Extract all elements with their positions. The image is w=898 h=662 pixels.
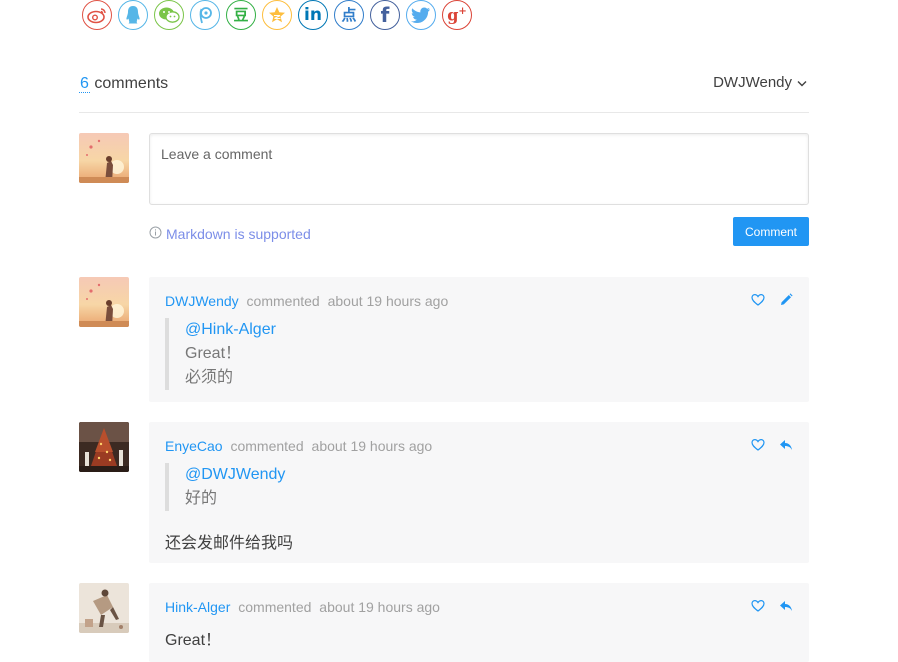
mention-link[interactable]: @Hink-Alger — [185, 318, 276, 342]
comment-quote: @Hink-Alger Great！ 必须的 — [165, 318, 276, 390]
share-facebook-button[interactable]: f — [370, 0, 400, 30]
weibo-icon — [87, 6, 107, 24]
comment-action: commented — [246, 293, 320, 309]
markdown-hint-text: Markdown is supported — [166, 226, 311, 242]
comment-count-label: comments — [94, 75, 169, 92]
share-qzone-button[interactable] — [262, 0, 292, 30]
comment-card: DWJWendy commented about 19 hours ago @H… — [149, 277, 809, 402]
comment-body: Great！ — [165, 632, 222, 649]
comment-author-link[interactable]: EnyeCao — [165, 438, 223, 454]
google-plus-icon: g+ — [447, 5, 467, 25]
comment-editor[interactable]: Leave a comment — [149, 133, 809, 205]
reply-icon[interactable] — [779, 438, 793, 452]
facebook-icon: f — [380, 3, 390, 27]
comment-action: commented — [238, 599, 312, 615]
comment-actions — [751, 438, 793, 452]
comment-count: 6 comments — [79, 75, 168, 93]
linkedin-icon: in — [304, 4, 322, 25]
current-user-avatar — [79, 133, 129, 183]
markdown-hint-link[interactable]: Markdown is supported — [149, 226, 311, 242]
comments-header: 6 comments DWJWendy — [79, 72, 809, 113]
reply-icon[interactable] — [779, 599, 793, 613]
chevron-down-icon — [797, 74, 807, 91]
share-bar: 豆 in 点 f g+ — [82, 0, 472, 32]
comment-author-link[interactable]: Hink-Alger — [165, 599, 230, 615]
comment-actions — [751, 599, 793, 613]
submit-comment-button[interactable]: Comment — [733, 217, 809, 246]
comment-action: commented — [230, 438, 304, 454]
share-weibo-button[interactable] — [82, 0, 112, 30]
share-wechat-button[interactable] — [154, 0, 184, 30]
quote-line: Great！ — [185, 345, 242, 362]
comment-time: about 19 hours ago — [327, 293, 449, 309]
mention-link[interactable]: @DWJWendy — [185, 463, 285, 487]
login-user-name: DWJWendy — [713, 74, 792, 91]
comments-page: 豆 in 点 f g+ 6 comments DWJWendy Leave a … — [0, 0, 898, 662]
edit-icon[interactable] — [779, 293, 793, 307]
comment-time: about 19 hours ago — [319, 599, 440, 615]
wechat-icon — [158, 6, 180, 24]
quote-line: 必须的 — [185, 369, 234, 386]
comment-meta: Hink-Alger commented about 19 hours ago — [165, 599, 440, 615]
comment-avatar[interactable] — [79, 277, 129, 327]
comment-time: about 19 hours ago — [311, 438, 433, 454]
heart-icon[interactable] — [751, 293, 765, 307]
comment-avatar[interactable] — [79, 583, 129, 633]
info-icon — [149, 226, 162, 242]
qzone-star-icon — [268, 6, 286, 24]
share-linkedin-button[interactable]: in — [298, 0, 328, 30]
share-google-plus-button[interactable]: g+ — [442, 0, 472, 30]
share-twitter-button[interactable] — [406, 0, 436, 30]
login-user-menu[interactable]: DWJWendy — [713, 74, 807, 91]
qq-icon — [125, 5, 141, 25]
comment-actions — [751, 293, 793, 307]
heart-icon[interactable] — [751, 599, 765, 613]
share-diandian-button[interactable]: 点 — [334, 0, 364, 30]
comment-meta: EnyeCao commented about 19 hours ago — [165, 438, 432, 454]
comment-card: EnyeCao commented about 19 hours ago @DW… — [149, 422, 809, 563]
comment-count-number[interactable]: 6 — [79, 75, 90, 93]
comment-body: 还会发邮件给我吗 — [165, 535, 294, 552]
heart-icon[interactable] — [751, 438, 765, 452]
share-douban-button[interactable]: 豆 — [226, 0, 256, 30]
comment-card: Hink-Alger commented about 19 hours ago … — [149, 583, 809, 662]
tencent-weibo-icon — [197, 6, 213, 24]
share-qq-button[interactable] — [118, 0, 148, 30]
comment-author-link[interactable]: DWJWendy — [165, 293, 239, 309]
quote-line: 好的 — [185, 490, 218, 507]
diandian-icon: 点 — [341, 6, 357, 24]
comment-avatar[interactable] — [79, 422, 129, 472]
comment-quote: @DWJWendy 好的 — [165, 463, 285, 511]
comment-editor-placeholder: Leave a comment — [161, 146, 273, 162]
comment-meta: DWJWendy commented about 19 hours ago — [165, 293, 448, 309]
douban-icon: 豆 — [233, 6, 249, 24]
twitter-icon — [411, 6, 431, 24]
share-tencent-weibo-button[interactable] — [190, 0, 220, 30]
